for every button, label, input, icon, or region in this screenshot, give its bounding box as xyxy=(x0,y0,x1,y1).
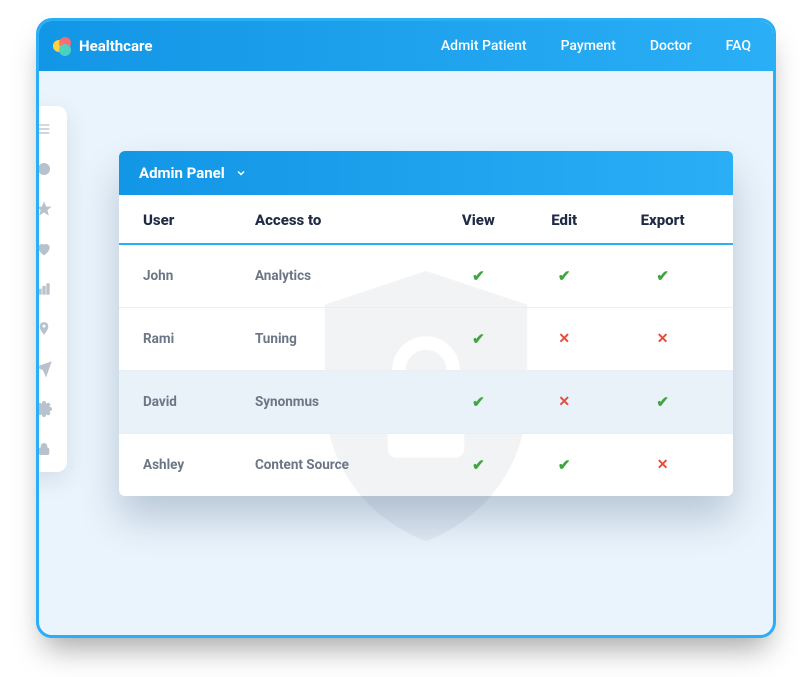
cell-user: John xyxy=(119,244,243,308)
cell-view: ✔ xyxy=(433,308,525,371)
check-icon: ✔ xyxy=(472,267,485,285)
gear-icon[interactable] xyxy=(36,400,53,418)
col-export: Export xyxy=(604,195,733,244)
send-icon[interactable] xyxy=(36,360,53,378)
table-row[interactable]: AshleyContent Source ✔ ✔ ✕ xyxy=(119,434,733,497)
cell-export: ✔ xyxy=(604,244,733,308)
brand-logo-icon xyxy=(53,37,71,55)
menu-icon[interactable] xyxy=(36,120,53,138)
top-nav: Admit Patient Payment Doctor FAQ xyxy=(441,38,751,54)
check-icon: ✔ xyxy=(558,267,571,285)
col-edit: Edit xyxy=(524,195,604,244)
cell-view: ✔ xyxy=(433,371,525,434)
bar-chart-icon[interactable] xyxy=(36,280,53,298)
brand[interactable]: Healthcare xyxy=(53,37,152,55)
heart-icon[interactable] xyxy=(36,240,53,258)
cell-export: ✕ xyxy=(604,308,733,371)
pin-icon[interactable] xyxy=(36,320,53,338)
table-header-row: User Access to View Edit Export xyxy=(119,195,733,244)
nav-faq[interactable]: FAQ xyxy=(726,38,751,54)
cell-access: Analytics xyxy=(243,244,433,308)
nav-payment[interactable]: Payment xyxy=(561,38,616,54)
cell-user: David xyxy=(119,371,243,434)
cross-icon: ✕ xyxy=(657,457,669,473)
check-icon: ✔ xyxy=(656,267,669,285)
table-row[interactable]: RamiTuning ✔ ✕ ✕ xyxy=(119,308,733,371)
cell-edit: ✔ xyxy=(524,434,604,497)
topbar: Healthcare Admit Patient Payment Doctor … xyxy=(39,21,773,71)
col-view: View xyxy=(433,195,525,244)
cross-icon: ✕ xyxy=(558,331,570,347)
app-window: Healthcare Admit Patient Payment Doctor … xyxy=(36,18,776,638)
panel-title: Admin Panel xyxy=(139,164,225,182)
lock-icon[interactable] xyxy=(36,440,53,458)
check-icon: ✔ xyxy=(472,330,485,348)
col-user: User xyxy=(119,195,243,244)
check-icon: ✔ xyxy=(558,456,571,474)
brand-name: Healthcare xyxy=(79,37,152,55)
cross-icon: ✕ xyxy=(558,394,570,410)
cell-export: ✔ xyxy=(604,371,733,434)
cell-edit: ✔ xyxy=(524,244,604,308)
table-row[interactable]: DavidSynonmus ✔ ✕ ✔ xyxy=(119,371,733,434)
chevron-down-icon xyxy=(235,167,247,179)
cross-icon: ✕ xyxy=(657,331,669,347)
target-icon[interactable] xyxy=(36,160,53,178)
nav-doctor[interactable]: Doctor xyxy=(650,38,692,54)
cell-view: ✔ xyxy=(433,434,525,497)
cell-export: ✕ xyxy=(604,434,733,497)
cell-edit: ✕ xyxy=(524,371,604,434)
check-icon: ✔ xyxy=(472,456,485,474)
nav-admit-patient[interactable]: Admit Patient xyxy=(441,38,527,54)
check-icon: ✔ xyxy=(472,393,485,411)
sidebar xyxy=(36,106,67,472)
cell-edit: ✕ xyxy=(524,308,604,371)
permissions-table: User Access to View Edit Export JohnAnal… xyxy=(119,195,733,496)
cell-user: Ashley xyxy=(119,434,243,497)
cell-access: Tuning xyxy=(243,308,433,371)
col-access: Access to xyxy=(243,195,433,244)
cell-access: Synonmus xyxy=(243,371,433,434)
cell-user: Rami xyxy=(119,308,243,371)
panel-header[interactable]: Admin Panel xyxy=(119,151,733,195)
check-icon: ✔ xyxy=(656,393,669,411)
star-icon[interactable] xyxy=(36,200,53,218)
cell-view: ✔ xyxy=(433,244,525,308)
admin-panel: Admin Panel User Access to View Edit Exp… xyxy=(119,151,733,496)
cell-access: Content Source xyxy=(243,434,433,497)
table-row[interactable]: JohnAnalytics ✔ ✔ ✔ xyxy=(119,244,733,308)
content-area: Admin Panel User Access to View Edit Exp… xyxy=(39,71,773,635)
